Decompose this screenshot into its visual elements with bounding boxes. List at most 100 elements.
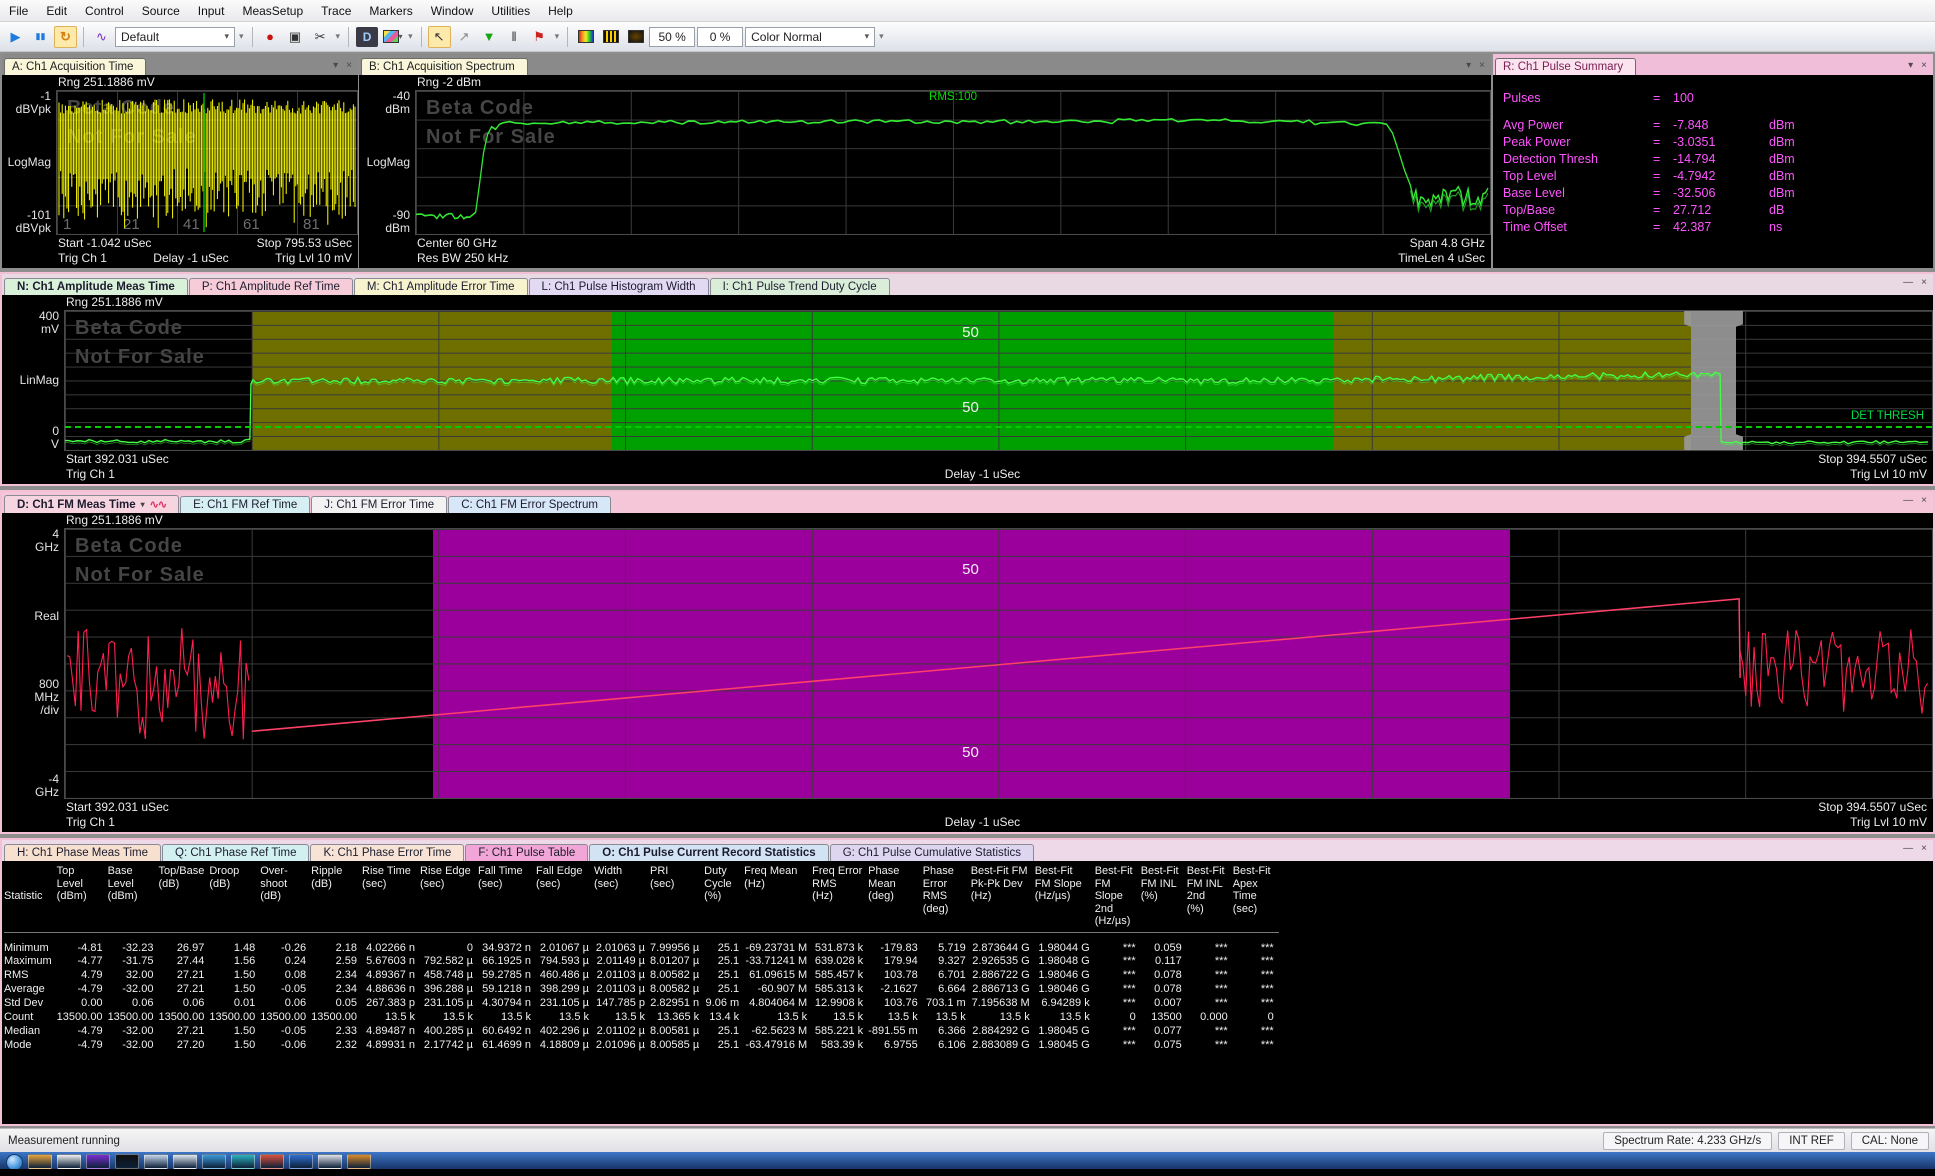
amplitude-tab-2[interactable]: P: Ch1 Amplitude Ref Time	[189, 278, 353, 295]
cell: 0.059	[1141, 932, 1187, 954]
cell: ***	[1233, 1038, 1279, 1052]
amplitude-tab-1[interactable]: N: Ch1 Amplitude Meas Time	[4, 278, 188, 295]
cell: 12.9908 k	[812, 996, 868, 1010]
taskbar-app-icon[interactable]	[173, 1154, 197, 1169]
menu-markers[interactable]: Markers	[360, 0, 421, 21]
statistics-tab-5[interactable]: O: Ch1 Pulse Current Record Statistics	[589, 844, 828, 861]
cell: ***	[1233, 954, 1279, 968]
menu-edit[interactable]: Edit	[37, 0, 76, 21]
menu-control[interactable]: Control	[76, 0, 133, 21]
fm-tab-2[interactable]: E: Ch1 FM Ref Time	[180, 496, 310, 513]
statistics-tab-6[interactable]: G: Ch1 Pulse Cumulative Statistics	[830, 844, 1034, 861]
summary-name: Base Level	[1503, 186, 1653, 203]
menu-meassetup[interactable]: MeasSetup	[233, 0, 312, 21]
flag-marker-button[interactable]: ⚑	[528, 26, 551, 48]
tab-pulse-summary[interactable]: R: Ch1 Pulse Summary	[1495, 58, 1636, 75]
record-button[interactable]: ●	[259, 26, 282, 48]
preset-combobox[interactable]: Default ▾	[115, 27, 235, 47]
menu-source[interactable]: Source	[133, 0, 189, 21]
taskbar-app-icon[interactable]	[57, 1154, 81, 1169]
trace-layout-button[interactable]: ▾	[381, 26, 404, 48]
band-marker-button[interactable]: ‖	[503, 26, 526, 48]
colormap-rainbow-button[interactable]	[574, 26, 597, 48]
pause-button[interactable]: ▮▮	[29, 26, 52, 48]
menu-trace[interactable]: Trace	[312, 0, 360, 21]
amplitude-tab-3[interactable]: M: Ch1 Amplitude Error Time	[354, 278, 528, 295]
summary-row: Top/Base=27.712dB	[1503, 203, 1933, 220]
menu-help[interactable]: Help	[539, 0, 582, 21]
close-icon[interactable]: ×	[1921, 843, 1927, 854]
column-header: Ripple(dB)	[311, 861, 362, 932]
menu-file[interactable]: File	[0, 0, 37, 21]
panel-menu-icon[interactable]: ▾	[1466, 60, 1471, 71]
toolbar-overflow-icon[interactable]: ▾	[877, 31, 886, 42]
colormap-spectrogram-button[interactable]	[599, 26, 622, 48]
taskbar-app-icon[interactable]	[115, 1154, 139, 1169]
fm-tab-1[interactable]: D: Ch1 FM Meas Time▾∿∿	[4, 495, 179, 513]
statistics-tab-2[interactable]: Q: Ch1 Phase Ref Time	[162, 844, 309, 861]
taskbar-app-icon[interactable]	[318, 1154, 342, 1169]
cell: 231.105 µ	[536, 996, 594, 1010]
marker-button[interactable]: ▼	[478, 26, 501, 48]
taskbar-app-icon[interactable]	[144, 1154, 168, 1169]
menu-utilities[interactable]: Utilities	[482, 0, 539, 21]
cell: ***	[1095, 1024, 1141, 1038]
cell: 179.94	[868, 954, 923, 968]
taskbar-app-icon[interactable]	[347, 1154, 371, 1169]
range-readout: Rng -2 dBm	[359, 75, 1491, 90]
move-cursor-button[interactable]: ↗	[453, 26, 476, 48]
x-percent-input[interactable]: 50 %	[649, 27, 695, 47]
panel-menu-icon[interactable]: ▾	[1908, 60, 1913, 71]
color-mode-value: Color Normal	[751, 30, 822, 44]
trace-d-button[interactable]: D	[355, 26, 379, 48]
table-row: Median-4.79-32.0027.211.50-0.052.334.894…	[4, 1024, 1279, 1038]
close-icon[interactable]: ×	[346, 60, 352, 71]
recording-trim-button[interactable]: ✂	[309, 26, 332, 48]
menu-input[interactable]: Input	[189, 0, 234, 21]
tab-label: D: Ch1 FM Meas Time	[17, 499, 136, 511]
minimize-icon[interactable]: —	[1903, 843, 1913, 854]
toolbar-overflow-icon[interactable]: ▾	[334, 31, 343, 42]
cell: 585.313 k	[812, 982, 868, 996]
minimize-icon[interactable]: —	[1903, 277, 1913, 288]
statistics-tab-4[interactable]: F: Ch1 Pulse Table	[465, 844, 588, 861]
toolbar-overflow-icon[interactable]: ▾	[237, 31, 246, 42]
select-cursor-button[interactable]: ↖	[428, 26, 451, 48]
toolbar-overflow-icon[interactable]: ▾	[553, 31, 562, 42]
run-button[interactable]: ▶	[4, 26, 27, 48]
tab-acquisition-time[interactable]: A: Ch1 Acquisition Time	[4, 58, 146, 75]
toolbar-overflow-icon[interactable]: ▾	[406, 31, 415, 42]
menu-window[interactable]: Window	[422, 0, 483, 21]
close-icon[interactable]: ×	[1921, 495, 1927, 506]
cell: 0.117	[1141, 954, 1187, 968]
range-readout: Rng 251.1886 mV	[2, 75, 358, 90]
tab-label: K: Ch1 Phase Error Time	[323, 847, 451, 859]
cell: 4.79	[57, 968, 108, 982]
color-mode-combobox[interactable]: Color Normal ▾	[745, 27, 875, 47]
amplitude-tab-4[interactable]: L: Ch1 Pulse Histogram Width	[529, 278, 709, 295]
close-icon[interactable]: ×	[1479, 60, 1485, 71]
tab-acquisition-spectrum[interactable]: B: Ch1 Acquisition Spectrum	[361, 58, 528, 75]
amplitude-tab-5[interactable]: I: Ch1 Pulse Trend Duty Cycle	[710, 278, 890, 295]
taskbar-app-icon[interactable]	[86, 1154, 110, 1169]
panel-menu-icon[interactable]: ▾	[333, 60, 338, 71]
taskbar-app-icon[interactable]	[289, 1154, 313, 1169]
fm-tab-4[interactable]: C: Ch1 FM Error Spectrum	[448, 496, 611, 513]
taskbar-app-icon[interactable]	[231, 1154, 255, 1169]
statistics-tab-1[interactable]: H: Ch1 Phase Meas Time	[4, 844, 161, 861]
trigger-setup-button[interactable]: ∿	[90, 26, 113, 48]
close-icon[interactable]: ×	[1921, 277, 1927, 288]
restart-button[interactable]: ↻	[54, 26, 77, 48]
minimize-icon[interactable]: —	[1903, 495, 1913, 506]
table-row: Std Dev0.000.060.060.010.060.05267.383 p…	[4, 996, 1279, 1010]
taskbar-app-icon[interactable]	[28, 1154, 52, 1169]
taskbar-app-icon[interactable]	[202, 1154, 226, 1169]
statistics-tab-3[interactable]: K: Ch1 Phase Error Time	[310, 844, 464, 861]
recording-save-button[interactable]: ▣	[284, 26, 307, 48]
close-icon[interactable]: ×	[1921, 60, 1927, 71]
colormap-persistence-button[interactable]	[624, 26, 647, 48]
taskbar-app-icon[interactable]	[260, 1154, 284, 1169]
start-button[interactable]	[6, 1154, 23, 1171]
fm-tab-3[interactable]: J: Ch1 FM Error Time	[311, 496, 447, 513]
y-percent-input[interactable]: 0 %	[697, 27, 743, 47]
